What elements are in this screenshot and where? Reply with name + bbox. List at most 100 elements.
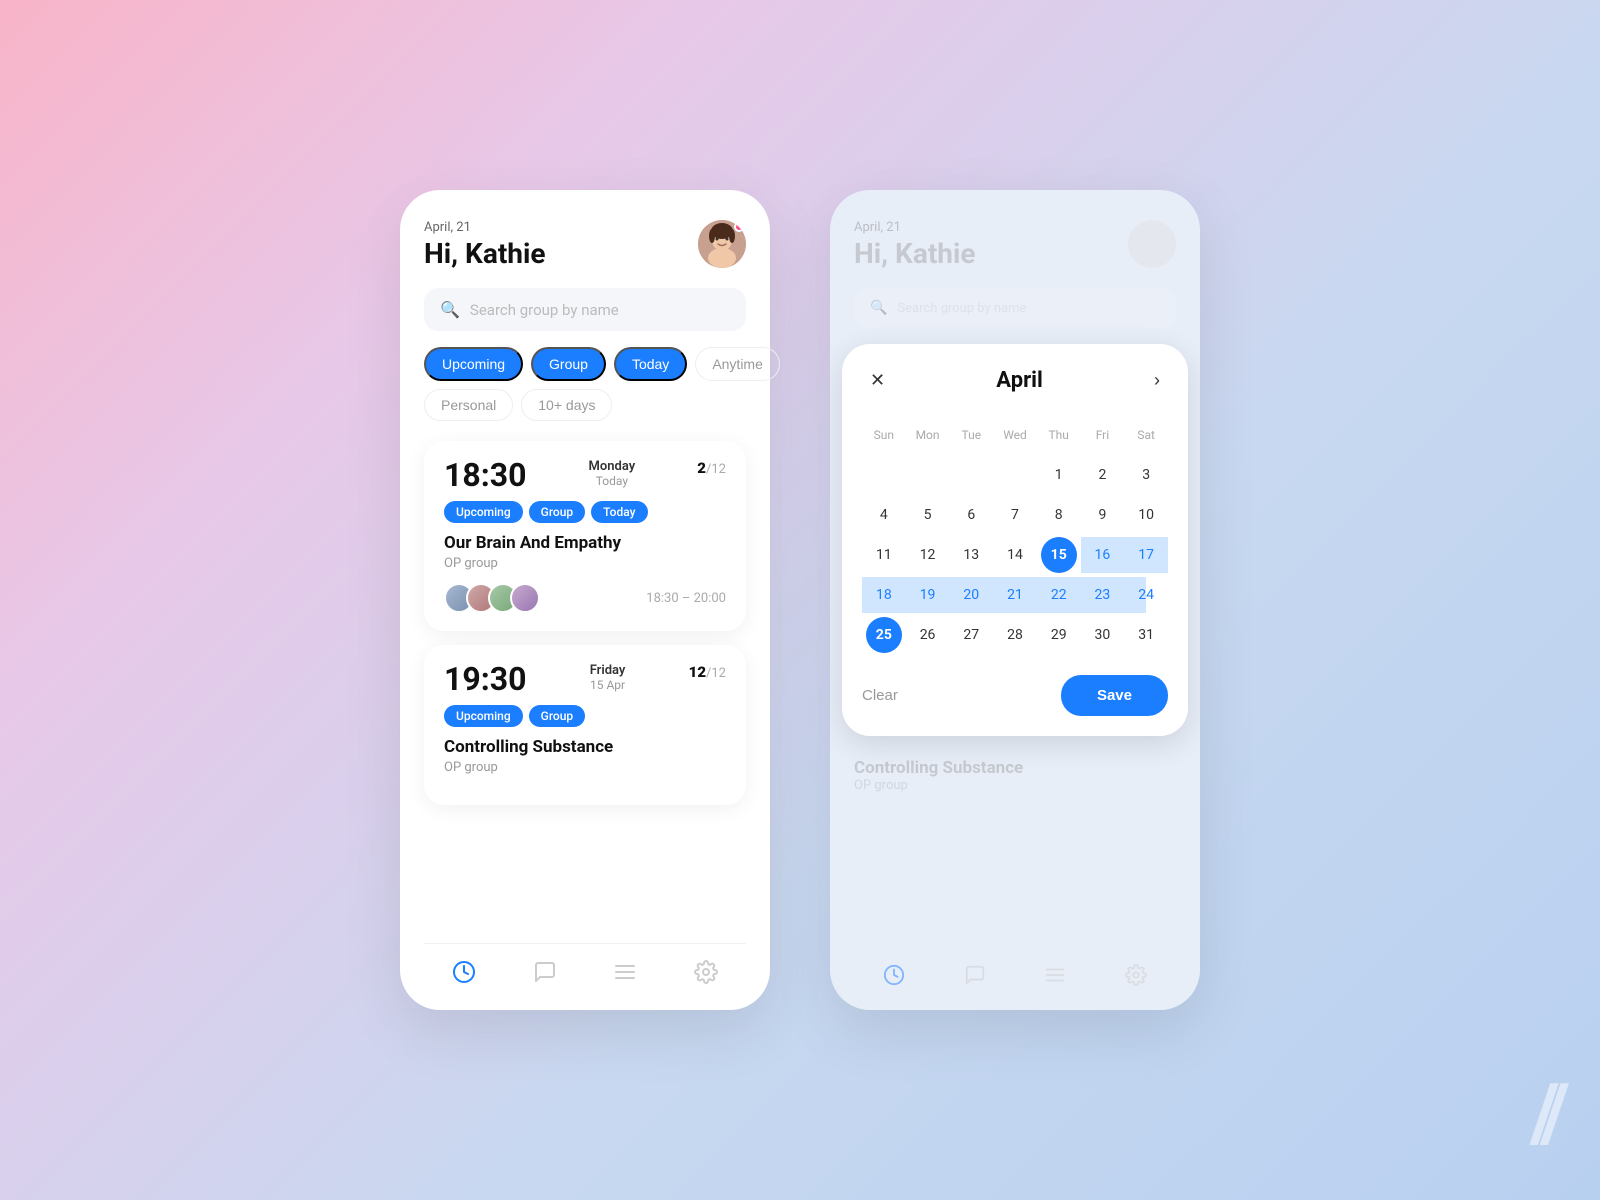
nav2-settings-icon[interactable] bbox=[1125, 964, 1147, 990]
nav-clock-icon[interactable] bbox=[452, 960, 476, 990]
filter-row-1: Upcoming Group Today Anytime bbox=[424, 347, 746, 381]
cal-date-11[interactable]: 11 bbox=[862, 535, 906, 575]
avatar-dot bbox=[734, 222, 744, 232]
phone1-date: April, 21 bbox=[424, 220, 546, 235]
phone1-title-group: April, 21 Hi, Kathie bbox=[424, 220, 546, 270]
cal-date-4[interactable]: 4 bbox=[862, 495, 906, 535]
cal-date-24[interactable]: 24 bbox=[1124, 575, 1168, 615]
cal-label-thu: Thu bbox=[1037, 415, 1081, 455]
cal-date-18[interactable]: 18 bbox=[862, 575, 906, 615]
cal-date-27[interactable]: 27 bbox=[949, 615, 993, 655]
session-count-2: 12/12 bbox=[689, 663, 726, 681]
phone2-header-bg: April, 21 Hi, Kathie bbox=[854, 220, 1176, 270]
tag-upcoming-1: Upcoming bbox=[444, 501, 523, 523]
cal-week-3: 11 12 13 14 15 16 17 bbox=[862, 535, 1168, 575]
mini-avatar-4 bbox=[510, 583, 540, 613]
search-placeholder: Search group by name bbox=[470, 301, 619, 319]
cal-empty-4 bbox=[993, 455, 1037, 495]
session-time-2: 19:30 bbox=[444, 663, 526, 695]
cal-date-15-selected[interactable]: 15 bbox=[1037, 535, 1081, 575]
cal-date-12[interactable]: 12 bbox=[906, 535, 950, 575]
cal-date-25-selected[interactable]: 25 bbox=[862, 615, 906, 655]
phone2-greeting-bg: Hi, Kathie bbox=[854, 237, 976, 270]
session-footer-1: 18:30 – 20:00 bbox=[444, 583, 726, 613]
session-day-info-1: Monday Today bbox=[589, 459, 636, 488]
nav2-chat-icon[interactable] bbox=[964, 964, 986, 990]
deco-slashes: // bbox=[1530, 1066, 1560, 1160]
cal-label-mon: Mon bbox=[906, 415, 950, 455]
avatar bbox=[698, 220, 746, 268]
cal-date-23[interactable]: 23 bbox=[1081, 575, 1125, 615]
cal-next-button[interactable]: › bbox=[1146, 366, 1168, 395]
cal-date-22[interactable]: 22 bbox=[1037, 575, 1081, 615]
session-top-1: 18:30 Monday Today 2/12 bbox=[444, 459, 726, 491]
filter-group[interactable]: Group bbox=[531, 347, 606, 381]
nav2-menu-icon[interactable] bbox=[1044, 964, 1066, 990]
cal-date-3[interactable]: 3 bbox=[1124, 455, 1168, 495]
session-title-2: Controlling Substance bbox=[444, 737, 726, 757]
session-group-2: OP group bbox=[444, 760, 726, 775]
cal-header: ✕ April › bbox=[862, 366, 1168, 395]
cal-date-21[interactable]: 21 bbox=[993, 575, 1037, 615]
filter-today[interactable]: Today bbox=[614, 347, 687, 381]
session-card-2[interactable]: 19:30 Friday 15 Apr 12/12 Upcoming Group… bbox=[424, 645, 746, 805]
cal-date-29[interactable]: 29 bbox=[1037, 615, 1081, 655]
phone-1: April, 21 Hi, Kathie bbox=[400, 190, 770, 1010]
cal-date-2[interactable]: 2 bbox=[1081, 455, 1125, 495]
phone-2: April, 21 Hi, Kathie 🔍 Search group by n… bbox=[830, 190, 1200, 1010]
session-card-1[interactable]: 18:30 Monday Today 2/12 Upcoming Group T… bbox=[424, 441, 746, 631]
phone2-search-placeholder-bg: Search group by name bbox=[897, 301, 1026, 316]
calendar-modal: ✕ April › Sun Mon Tue Wed Thu Fri Sat 1 bbox=[842, 344, 1188, 736]
cal-label-sun: Sun bbox=[862, 415, 906, 455]
session-date-2: 15 Apr bbox=[590, 678, 626, 692]
cal-week-1b: 4 5 6 7 8 9 10 bbox=[862, 495, 1168, 535]
cal-date-30[interactable]: 30 bbox=[1081, 615, 1125, 655]
phone2-bottom-group: OP group bbox=[854, 778, 1176, 793]
session-group-1: OP group bbox=[444, 556, 726, 571]
filter-anytime[interactable]: Anytime bbox=[695, 347, 780, 381]
phone2-date-bg: April, 21 bbox=[854, 220, 976, 235]
cal-date-8[interactable]: 8 bbox=[1037, 495, 1081, 535]
cal-month-title: April bbox=[996, 368, 1043, 393]
nav-settings-icon[interactable] bbox=[694, 960, 718, 990]
cal-date-13[interactable]: 13 bbox=[949, 535, 993, 575]
cal-week-5: 25 26 27 28 29 30 31 bbox=[862, 615, 1168, 655]
session-title-1: Our Brain And Empathy bbox=[444, 533, 726, 553]
cal-date-14[interactable]: 14 bbox=[993, 535, 1037, 575]
filter-row-2: Personal 10+ days bbox=[424, 389, 746, 421]
session-tags-1: Upcoming Group Today bbox=[444, 501, 726, 523]
cal-date-19[interactable]: 19 bbox=[906, 575, 950, 615]
cal-date-9[interactable]: 9 bbox=[1081, 495, 1125, 535]
session-count-1: 2/12 bbox=[697, 459, 726, 477]
cal-prev-button[interactable]: ✕ bbox=[862, 366, 893, 395]
search-icon: 🔍 bbox=[440, 300, 460, 319]
cal-label-tue: Tue bbox=[949, 415, 993, 455]
cal-date-26[interactable]: 26 bbox=[906, 615, 950, 655]
cal-date-7[interactable]: 7 bbox=[993, 495, 1037, 535]
filter-personal[interactable]: Personal bbox=[424, 389, 513, 421]
cal-date-1[interactable]: 1 bbox=[1037, 455, 1081, 495]
search-bar[interactable]: 🔍 Search group by name bbox=[424, 288, 746, 331]
nav-menu-icon[interactable] bbox=[613, 960, 637, 990]
clear-button[interactable]: Clear bbox=[862, 683, 898, 708]
session-date-1: Today bbox=[589, 474, 636, 488]
filter-10plus[interactable]: 10+ days bbox=[521, 389, 612, 421]
session-tags-2: Upcoming Group bbox=[444, 705, 726, 727]
cal-date-10[interactable]: 10 bbox=[1124, 495, 1168, 535]
cal-date-5[interactable]: 5 bbox=[906, 495, 950, 535]
cal-date-16[interactable]: 16 bbox=[1081, 535, 1125, 575]
cal-date-6[interactable]: 6 bbox=[949, 495, 993, 535]
cal-date-28[interactable]: 28 bbox=[993, 615, 1037, 655]
session-day-1: Monday bbox=[589, 459, 636, 474]
phone1-greeting: Hi, Kathie bbox=[424, 237, 546, 270]
session-day-2: Friday bbox=[590, 663, 626, 678]
filter-upcoming[interactable]: Upcoming bbox=[424, 347, 523, 381]
cal-date-31[interactable]: 31 bbox=[1124, 615, 1168, 655]
nav2-clock-icon[interactable] bbox=[883, 964, 905, 990]
nav-chat-icon[interactable] bbox=[533, 960, 557, 990]
cal-label-sat: Sat bbox=[1124, 415, 1168, 455]
cal-date-17[interactable]: 17 bbox=[1124, 535, 1168, 575]
save-button[interactable]: Save bbox=[1061, 675, 1168, 716]
cal-week-1: 1 2 3 bbox=[862, 455, 1168, 495]
cal-date-20[interactable]: 20 bbox=[949, 575, 993, 615]
